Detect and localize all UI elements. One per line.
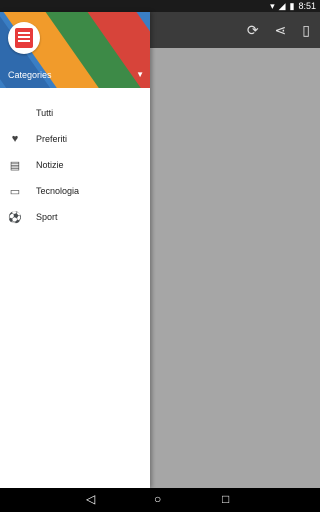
- soccer-ball-icon: ⚽: [8, 211, 22, 224]
- categories-label[interactable]: Categories: [8, 70, 52, 80]
- menu-item-label: Tutti: [36, 108, 54, 118]
- menu-item-label: Sport: [36, 212, 58, 222]
- recents-icon[interactable]: □: [222, 492, 229, 506]
- menu-item-label: Notizie: [36, 160, 64, 170]
- heart-icon: ♥: [11, 133, 19, 145]
- refresh-icon[interactable]: ⟳: [247, 22, 259, 39]
- drawer-menu: Tutti ♥ Preferiti ▤ Notizie ▭ Tecnologia…: [0, 100, 150, 230]
- menu-item-label: Preferiti: [36, 134, 68, 144]
- menu-item-sport[interactable]: ⚽ Sport: [0, 204, 150, 230]
- dropdown-arrow-icon[interactable]: ▼: [136, 70, 144, 79]
- menu-item-tecnologia[interactable]: ▭ Tecnologia: [0, 178, 150, 204]
- newspaper-icon: ▤: [9, 159, 21, 172]
- navigation-bar: ◁ ○ □: [0, 488, 320, 512]
- app-logo: [8, 22, 40, 54]
- signal-icon: ◢: [278, 0, 286, 11]
- back-icon[interactable]: ◁: [86, 492, 95, 506]
- phone-icon[interactable]: ▯: [302, 22, 310, 39]
- menu-item-preferiti[interactable]: ♥ Preferiti: [0, 126, 150, 152]
- battery-icon: ▮: [289, 0, 295, 11]
- navigation-drawer: Categories ▼ Tutti ♥ Preferiti ▤ Notizie…: [0, 12, 150, 488]
- menu-item-notizie[interactable]: ▤ Notizie: [0, 152, 150, 178]
- status-bar: ▾ ◢ ▮ 8:51: [0, 0, 320, 12]
- home-icon[interactable]: ○: [154, 492, 161, 506]
- share-icon[interactable]: ⋖: [275, 22, 287, 39]
- wifi-icon: ▾: [270, 0, 275, 11]
- menu-item-label: Tecnologia: [36, 186, 80, 196]
- monitor-icon: ▭: [9, 185, 21, 198]
- menu-item-tutti[interactable]: Tutti: [0, 100, 150, 126]
- status-time: 8:51: [298, 1, 316, 11]
- drawer-header: Categories ▼: [0, 12, 150, 88]
